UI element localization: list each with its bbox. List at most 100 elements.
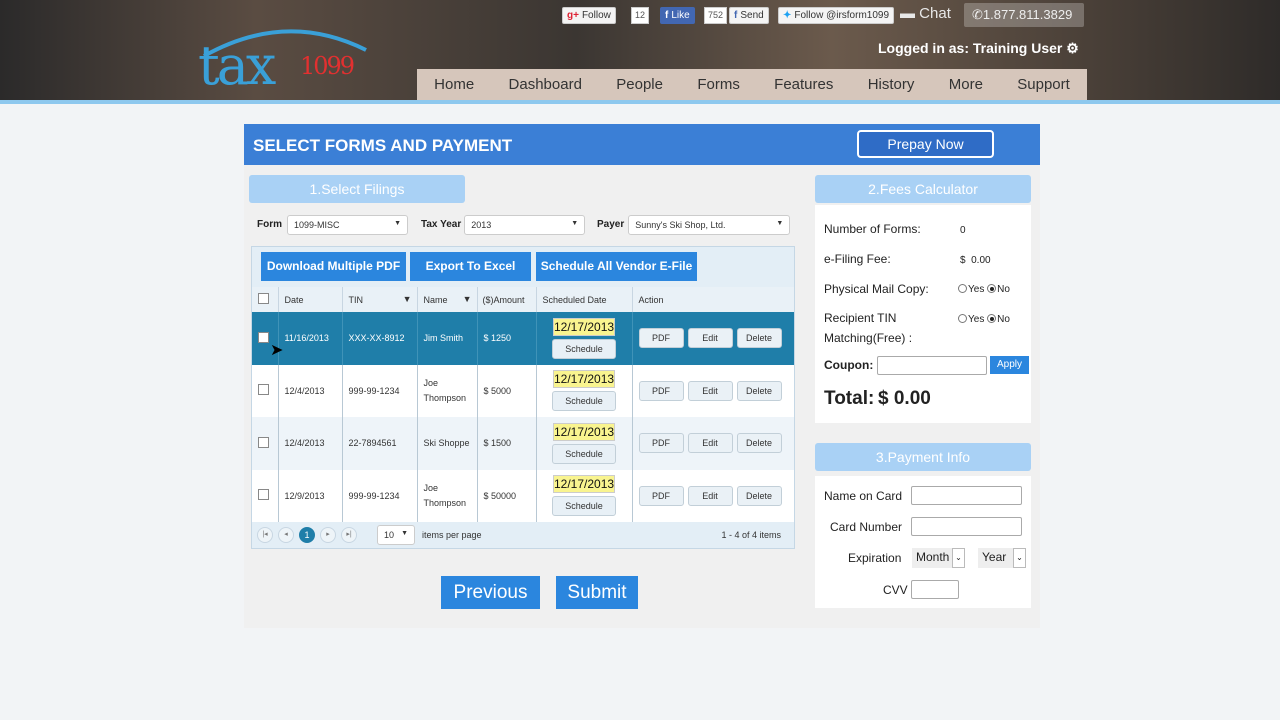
user-menu[interactable]: Logged in as: Training User ⚙	[878, 40, 1079, 57]
cell-tin: 999-99-1234	[341, 469, 417, 522]
schedule-button[interactable]: Schedule	[552, 443, 616, 464]
facebook-like-button[interactable]: f Like	[660, 7, 695, 24]
tax-year-select[interactable]: 2013	[464, 214, 586, 235]
nav-people[interactable]: People	[616, 76, 663, 93]
prepay-now-button[interactable]: Prepay Now	[857, 130, 994, 158]
month-value: Month	[916, 550, 950, 564]
submit-button[interactable]: Submit	[556, 576, 638, 609]
expiration-year-select[interactable]: Year ⌄	[978, 548, 1026, 568]
cell-scheduled: 12/17/2013 Schedule	[535, 364, 632, 417]
tax1099-logo[interactable]: tax 1099	[196, 20, 371, 97]
schedule-button[interactable]: Schedule	[552, 391, 616, 412]
nav-history[interactable]: History	[868, 76, 915, 93]
logo-number: 1099	[300, 52, 355, 80]
yes-label: Yes	[968, 314, 985, 325]
first-page-button[interactable]: |◂	[257, 527, 273, 543]
select-all-checkbox[interactable]	[258, 293, 269, 304]
form-select[interactable]: 1099-MISC	[287, 214, 408, 235]
name-on-card-input[interactable]	[911, 486, 1022, 505]
scheduled-date-field[interactable]: 12/17/2013	[553, 317, 615, 336]
filter-icon[interactable]: ▼	[403, 294, 412, 304]
tin-matching-yes-radio[interactable]	[958, 314, 967, 323]
row-checkbox[interactable]	[258, 436, 269, 448]
table-row[interactable]: 12/4/2013 22-7894561 Ski Shoppe $ 1500 12/17…	[252, 417, 794, 470]
tin-matching-no-radio[interactable]	[987, 314, 997, 323]
delete-button[interactable]: Delete	[736, 485, 782, 506]
cell-actions: PDF Edit Delete	[631, 417, 794, 470]
scheduled-date-field[interactable]: 12/17/2013	[553, 370, 615, 389]
filings-table: Date TIN ▼ Name ▼ ($)Amount Scheduled Date…	[252, 287, 794, 522]
form-filter: Form 1099-MISC	[257, 214, 408, 235]
last-page-button[interactable]: ▸|	[341, 527, 357, 543]
nav-forms[interactable]: Forms	[697, 76, 740, 93]
page-size-select[interactable]: 10	[377, 525, 415, 545]
fees-calculator-panel: Number of Forms: 0 e-Filing Fee: $ 0.00 …	[815, 205, 1031, 423]
column-name[interactable]: Name ▼	[416, 287, 477, 312]
scheduled-date-field[interactable]: 12/17/2013	[553, 422, 615, 441]
cell-scheduled: 12/17/2013 Schedule	[535, 469, 632, 522]
cell-name: Ski Shoppe	[416, 417, 477, 470]
scheduled-date-field[interactable]: 12/17/2013	[553, 475, 615, 494]
chevron-down-icon: ⌄	[1013, 548, 1026, 568]
pdf-button[interactable]: PDF	[638, 380, 684, 401]
delete-button[interactable]: Delete	[736, 380, 782, 401]
pdf-button[interactable]: PDF	[638, 433, 684, 454]
apply-coupon-button[interactable]: Apply	[990, 356, 1029, 374]
edit-button[interactable]: Edit	[687, 380, 733, 401]
mail-copy-no-radio[interactable]	[987, 284, 997, 293]
column-amount[interactable]: ($)Amount	[476, 287, 536, 312]
pdf-button[interactable]: PDF	[638, 485, 684, 506]
table-row[interactable]: 12/4/2013 999-99-1234 Joe Thompson $ 5000 12…	[252, 364, 794, 417]
coupon-input[interactable]	[877, 356, 987, 375]
mouse-cursor-icon: ➤	[270, 342, 284, 359]
card-number-label: Card Number	[830, 520, 903, 534]
prev-page-button[interactable]: ◂	[278, 527, 294, 543]
download-multiple-pdf-button[interactable]: Download Multiple PDF	[261, 252, 406, 281]
payer-select[interactable]: Sunny's Ski Shop, Ltd.	[628, 214, 791, 235]
tax-year-filter: Tax Year 2013	[421, 214, 586, 235]
cvv-input[interactable]	[911, 580, 959, 599]
chat-link[interactable]: ▬ Chat	[900, 5, 951, 22]
table-row[interactable]: 12/9/2013 999-99-1234 Joe Thompson $ 50000 1…	[252, 469, 794, 522]
nav-support[interactable]: Support	[1017, 76, 1070, 93]
export-to-excel-button[interactable]: Export To Excel	[410, 252, 531, 281]
schedule-all-vendor-efile-button[interactable]: Schedule All Vendor E-File	[536, 252, 697, 281]
schedule-button[interactable]: Schedule	[552, 338, 616, 359]
edit-button[interactable]: Edit	[687, 433, 733, 454]
row-checkbox[interactable]	[258, 384, 269, 396]
expiration-month-select[interactable]: Month ⌄	[912, 548, 965, 568]
column-tin[interactable]: TIN ▼	[341, 287, 417, 312]
previous-button[interactable]: Previous	[441, 576, 540, 609]
row-checkbox[interactable]	[258, 331, 269, 343]
schedule-button[interactable]: Schedule	[552, 496, 616, 517]
column-date[interactable]: Date	[277, 287, 342, 312]
table-row[interactable]: 11/16/2013 XXX-XX-8912 Jim Smith $ 1250 12/1…	[252, 312, 794, 365]
cell-tin: XXX-XX-8912	[341, 312, 417, 365]
page-1-button[interactable]: 1	[299, 527, 315, 543]
page-title: SELECT FORMS AND PAYMENT	[253, 136, 513, 155]
delete-button[interactable]: Delete	[736, 433, 782, 454]
gear-icon[interactable]: ⚙	[1066, 40, 1079, 56]
yes-label: Yes	[968, 284, 985, 295]
send-label: Send	[740, 10, 764, 21]
next-page-button[interactable]: ▸	[320, 527, 336, 543]
nav-features[interactable]: Features	[774, 76, 833, 93]
delete-button[interactable]: Delete	[736, 328, 782, 349]
filter-icon[interactable]: ▼	[463, 294, 472, 304]
cvv-label: CVV	[883, 583, 908, 597]
nav-dashboard[interactable]: Dashboard	[509, 76, 582, 93]
facebook-send-button[interactable]: f Send	[729, 7, 769, 24]
edit-button[interactable]: Edit	[687, 485, 733, 506]
nav-home[interactable]: Home	[434, 76, 474, 93]
row-checkbox[interactable]	[258, 489, 269, 501]
cell-date: 12/4/2013	[277, 364, 342, 417]
column-scheduled-date[interactable]: Scheduled Date	[535, 287, 632, 312]
pdf-button[interactable]: PDF	[638, 328, 684, 349]
nav-more[interactable]: More	[949, 76, 983, 93]
twitter-follow-button[interactable]: ✦ Follow @irsform1099	[778, 7, 895, 24]
mail-copy-yes-radio[interactable]	[958, 284, 967, 293]
google-plus-follow-button[interactable]: g+ Follow	[562, 7, 616, 24]
physical-mail-copy-label: Physical Mail Copy:	[824, 282, 929, 296]
edit-button[interactable]: Edit	[687, 328, 733, 349]
card-number-input[interactable]	[911, 517, 1022, 536]
